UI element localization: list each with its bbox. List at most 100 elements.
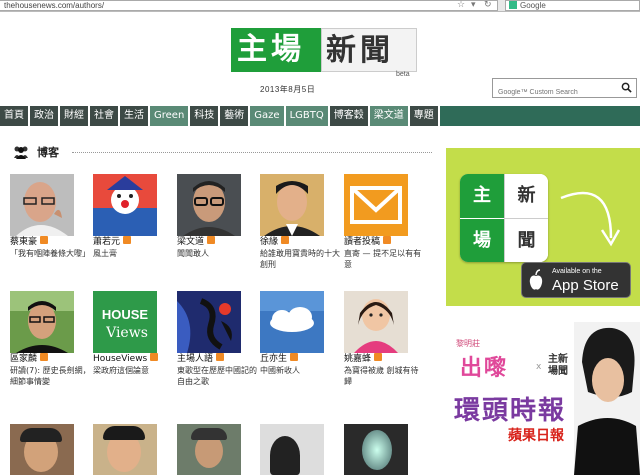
rss-icon[interactable]	[383, 236, 392, 244]
nav-item[interactable]: 博客穀	[329, 106, 370, 126]
nav-item[interactable]: 首頁	[0, 106, 30, 126]
nav-item[interactable]: 社會	[90, 106, 120, 126]
author-avatar[interactable]	[260, 291, 324, 353]
author-name-row: 區家麟	[10, 353, 92, 365]
nav-item[interactable]: LGBTQ	[285, 106, 330, 126]
rss-icon[interactable]	[207, 236, 216, 244]
author-card: 徐緣 給誰敢用寶貴時的十大創刑	[260, 174, 342, 270]
google-icon	[509, 1, 517, 9]
author-latest-post[interactable]: 中國新收人	[260, 365, 342, 376]
rss-icon[interactable]	[281, 236, 290, 244]
site-logo[interactable]: 主場 新聞	[231, 28, 417, 72]
author-name[interactable]: 丘亦生	[260, 354, 287, 364]
nav-item[interactable]: 財經	[60, 106, 90, 126]
rss-icon[interactable]	[290, 353, 299, 361]
author-avatar[interactable]	[260, 174, 324, 236]
rss-icon[interactable]	[40, 353, 49, 361]
appstore-line1: Available on the	[552, 268, 602, 275]
author-latest-post[interactable]: 為寶得被歲 創城有待歸	[344, 365, 426, 387]
search-engine-label: Google	[520, 1, 546, 10]
nav-item[interactable]: 政治	[30, 106, 60, 126]
tile: 場	[460, 218, 504, 262]
rss-icon[interactable]	[216, 353, 225, 361]
curved-arrow-icon	[560, 191, 621, 247]
dropdown-icon[interactable]: ▾	[471, 0, 476, 11]
author-latest-post[interactable]: 東歌型在歷歷中國記的自由之歌	[177, 365, 259, 387]
author-name[interactable]: 梁文道	[177, 237, 204, 247]
author-avatar[interactable]	[344, 291, 408, 353]
nav-item[interactable]: Gaze	[250, 106, 286, 126]
author-avatar[interactable]	[177, 291, 241, 353]
author-name-row: 主場人語	[177, 353, 259, 365]
author-avatar[interactable]	[93, 424, 157, 475]
avatar-image	[344, 174, 408, 236]
rss-icon[interactable]	[150, 353, 159, 361]
search-input[interactable]	[493, 83, 613, 102]
rss-icon[interactable]	[374, 353, 383, 361]
apple-icon	[529, 269, 543, 290]
author-avatar[interactable]	[344, 424, 408, 475]
nav-item[interactable]: 生活	[120, 106, 150, 126]
rss-icon[interactable]	[40, 236, 49, 244]
author-avatar[interactable]	[177, 424, 241, 475]
author-name-row: 丘亦生	[260, 353, 342, 365]
section-divider	[72, 152, 432, 153]
avatar-image	[260, 291, 324, 353]
author-name[interactable]: HouseViews	[93, 354, 147, 364]
tile: 聞	[504, 218, 548, 262]
author-name[interactable]: 蔡東豪	[10, 237, 37, 247]
author-name-row: 讀者投稿	[344, 236, 426, 248]
author-avatar[interactable]	[260, 424, 324, 475]
nav-item[interactable]: 專題	[409, 106, 440, 126]
author-latest-post[interactable]: 直寄 — 提不足以有有意	[344, 248, 426, 270]
app-promo[interactable]: 主 新 場 聞 Available on the App Store	[446, 148, 640, 306]
author-latest-post[interactable]: 聞聞敢人	[177, 248, 259, 259]
nav-item[interactable]: 梁文道	[369, 106, 410, 126]
author-name[interactable]: 主場人語	[177, 354, 213, 364]
author-card: 蕭若元 風土膏	[93, 174, 175, 259]
search-icon[interactable]	[621, 82, 632, 93]
advertisement[interactable]: 黎明莊 出嚟 x 主新 場聞 環頭時報 蘋果日報	[446, 322, 640, 475]
nav-item[interactable]: 科技	[190, 106, 221, 126]
author-name-row: 姚嘉蜂	[344, 353, 426, 365]
avatar-image	[177, 174, 241, 236]
author-avatar[interactable]	[10, 291, 74, 353]
nav-item[interactable]: 藝術	[220, 106, 251, 126]
author-card: 丘亦生 中國新收人	[260, 291, 342, 376]
rss-icon[interactable]	[123, 236, 132, 244]
nav-item[interactable]: Green	[150, 106, 191, 126]
author-name[interactable]: 區家麟	[10, 354, 37, 364]
author-card: 梁文道 聞聞敢人	[177, 174, 259, 259]
author-name[interactable]: 讀者投稿	[344, 237, 380, 247]
author-card: 主場人語 東歌型在歷歷中國記的自由之歌	[177, 291, 259, 387]
author-latest-post[interactable]: 「我有嗰陣養條大嚟」	[10, 248, 92, 259]
ad-pink-text: 出嚟	[460, 356, 509, 381]
author-name[interactable]: 姚嘉蜂	[344, 354, 371, 364]
section-title: 博客	[37, 146, 59, 159]
avatar-image	[10, 291, 74, 353]
avatar-image	[260, 174, 324, 236]
author-avatar[interactable]	[344, 174, 408, 236]
author-latest-post[interactable]: 研讀(7): 歷史長劍網，細節事情變	[10, 365, 92, 387]
author-name-row: 徐緣	[260, 236, 342, 248]
author-latest-post[interactable]: 給誰敢用寶貴時的十大創刑	[260, 248, 342, 270]
browser-search-box[interactable]: Google	[505, 0, 640, 11]
app-store-button[interactable]: Available on the App Store	[521, 262, 631, 298]
author-latest-post[interactable]: 梁政府這個論意	[93, 365, 175, 376]
author-avatar[interactable]	[10, 424, 74, 475]
svg-text:Views: Views	[105, 325, 148, 341]
tile: 新	[504, 174, 548, 218]
reload-icon[interactable]: ↻	[484, 0, 492, 11]
bookmark-star-icon[interactable]: ☆	[457, 0, 465, 11]
author-card: 姚嘉蜂 為寶得被歲 創城有待歸	[344, 291, 426, 387]
author-latest-post[interactable]: 風土膏	[93, 248, 175, 259]
address-bar[interactable]: thehousenews.com/authors/	[0, 0, 498, 11]
author-name-row: 梁文道	[177, 236, 259, 248]
author-avatar[interactable]	[10, 174, 74, 236]
author-name[interactable]: 蕭若元	[93, 237, 120, 247]
author-name[interactable]: 徐緣	[260, 237, 278, 247]
author-avatar[interactable]	[177, 174, 241, 236]
author-avatar[interactable]: HOUSE Views	[93, 291, 157, 353]
author-card: HOUSE Views HouseViews 梁政府這個論意	[93, 291, 175, 376]
author-avatar[interactable]	[93, 174, 157, 236]
